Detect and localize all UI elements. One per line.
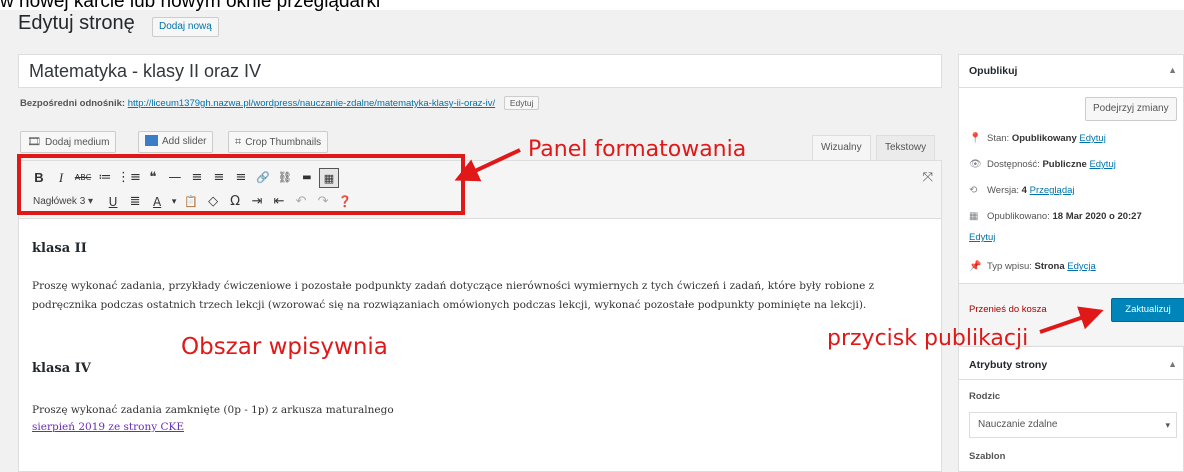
crop-icon: ⌗ bbox=[235, 136, 242, 148]
visibility-label: Dostępność: bbox=[987, 159, 1040, 170]
chevron-down-icon: ▾ bbox=[1165, 420, 1170, 430]
post-type-edit-link[interactable]: Edycja bbox=[1067, 261, 1096, 272]
add-media-label: Dodaj medium bbox=[44, 137, 110, 148]
post-type-label: Typ wpisu: bbox=[987, 261, 1032, 272]
media-icon: 🎞 bbox=[27, 136, 41, 148]
annotation-button-label: przycisk publikacji bbox=[827, 326, 1029, 351]
tab-visual[interactable]: Wizualny bbox=[812, 135, 871, 161]
published-edit-link[interactable]: Edytuj bbox=[969, 232, 995, 243]
visibility-row: 👁 Dostępność: Publiczne Edytuj bbox=[969, 159, 1116, 170]
revisions-value: 4 bbox=[1021, 185, 1027, 196]
add-slider-button[interactable]: Add slider bbox=[138, 131, 214, 153]
collapse-arrow-icon[interactable]: ▲ bbox=[1168, 359, 1177, 369]
page-title: Edytuj stronę bbox=[18, 12, 135, 34]
divider bbox=[959, 379, 1184, 380]
crop-thumbnails-button[interactable]: ⌗ Crop Thumbnails bbox=[228, 131, 329, 153]
published-value: 18 Mar 2020 o 20:27 bbox=[1052, 211, 1142, 222]
calendar-icon: ▦ bbox=[969, 211, 979, 222]
status-row: 📍 Stan: Opublikowany Edytuj bbox=[969, 133, 1106, 144]
post-type-value: Strona bbox=[1034, 261, 1065, 272]
status-edit-link[interactable]: Edytuj bbox=[1079, 133, 1105, 144]
visibility-edit-link[interactable]: Edytuj bbox=[1089, 159, 1115, 170]
permalink-row: Bezpośredni odnośnik: http://liceum1379g… bbox=[20, 96, 540, 110]
template-label: Szablon bbox=[969, 451, 1006, 462]
move-to-trash-link[interactable]: Przenieś do kosza bbox=[969, 304, 1047, 315]
page-attributes-box: Atrybuty strony ▲ Rodzic Nauczanie zdaln… bbox=[958, 346, 1184, 472]
post-title-input[interactable]: Matematyka - klasy II oraz IV bbox=[18, 54, 942, 88]
permalink-edit-button[interactable]: Edytuj bbox=[503, 96, 540, 110]
preview-changes-button[interactable]: Podejrzyj zmiany bbox=[1085, 97, 1177, 121]
pin-icon: 📍 bbox=[969, 133, 982, 144]
permalink-link[interactable]: http://liceum1379gh.nazwa.pl/wordpress/n… bbox=[128, 98, 496, 109]
status-value: Opublikowany bbox=[1011, 133, 1077, 144]
publish-box: Opublikuj ▲ Podejrzyj zmiany 📍 Stan: Opub… bbox=[958, 54, 1184, 345]
fullscreen-icon[interactable]: ⤧ bbox=[923, 170, 933, 185]
toolbar-highlight-box bbox=[17, 154, 465, 215]
page-attributes-title: Atrybuty strony bbox=[969, 359, 1048, 371]
revisions-label: Wersja: bbox=[987, 185, 1020, 196]
published-label: Opublikowano: bbox=[987, 211, 1050, 222]
published-row: ▦ Opublikowano: 18 Mar 2020 o 20:27 bbox=[969, 211, 1142, 222]
update-button[interactable]: Zaktualizuj bbox=[1111, 298, 1184, 322]
content-paragraph-2: Proszę wykonać zadania zamknięte (0p - 1… bbox=[32, 404, 394, 416]
collapse-arrow-icon[interactable]: ▲ bbox=[1168, 65, 1177, 75]
add-slider-label: Add slider bbox=[162, 136, 207, 147]
annotation-panel-label: Panel formatowania bbox=[528, 137, 747, 162]
content-heading-klasa-4: klasa IV bbox=[32, 361, 91, 376]
published-edit-row: Edytuj bbox=[969, 232, 995, 243]
status-label: Stan: bbox=[987, 133, 1010, 144]
parent-label: Rodzic bbox=[969, 391, 1001, 402]
tab-text[interactable]: Tekstowy bbox=[876, 135, 936, 161]
content-paragraph-1: Proszę wykonać zadania, przykłady ćwicze… bbox=[32, 280, 875, 311]
revisions-row: ⟲ Wersja: 4 Przeglądaj bbox=[969, 185, 1075, 196]
divider bbox=[959, 87, 1184, 88]
document-caption: w nowej karcie lub nowym oknie przegląda… bbox=[0, 0, 381, 12]
add-media-button[interactable]: 🎞 Dodaj medium bbox=[20, 131, 117, 153]
cke-link[interactable]: sierpień 2019 ze strony CKE bbox=[32, 421, 184, 433]
parent-select-value: Nauczanie zdalne bbox=[978, 419, 1058, 430]
revisions-browse-link[interactable]: Przeglądaj bbox=[1030, 185, 1075, 196]
crop-thumbnails-label: Crop Thumbnails bbox=[245, 137, 322, 148]
parent-select[interactable]: Nauczanie zdalne ▾ bbox=[969, 412, 1177, 438]
permalink-label: Bezpośredni odnośnik: bbox=[20, 98, 126, 109]
add-new-button[interactable]: Dodaj nową bbox=[152, 17, 219, 37]
publish-title: Opublikuj bbox=[969, 65, 1018, 77]
pushpin-icon: 📌 bbox=[969, 261, 982, 272]
content-heading-klasa-2: klasa II bbox=[32, 241, 87, 256]
history-icon: ⟲ bbox=[969, 185, 978, 196]
post-type-row: 📌 Typ wpisu: Strona Edycja bbox=[969, 261, 1096, 272]
eye-icon: 👁 bbox=[969, 159, 982, 170]
annotation-area-label: Obszar wpisywnia bbox=[181, 334, 388, 360]
wp-admin-area: Edytuj stronę Dodaj nową Matematyka - kl… bbox=[0, 0, 1184, 472]
slider-icon bbox=[145, 135, 158, 146]
visibility-value: Publiczne bbox=[1042, 159, 1087, 170]
sidebar: Opublikuj ▲ Podejrzyj zmiany 📍 Stan: Opub… bbox=[958, 54, 1184, 472]
